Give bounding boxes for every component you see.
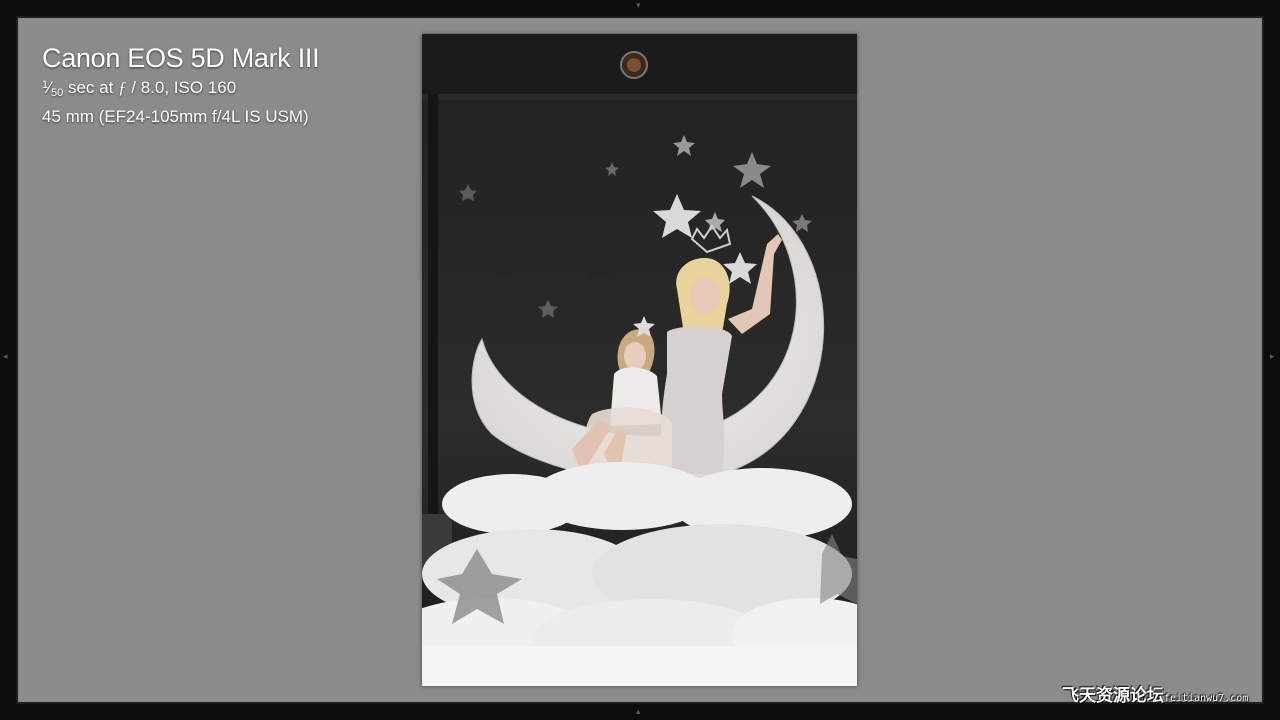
shutter-denominator: 50 bbox=[50, 87, 64, 99]
watermark: 飞天资源论坛feitianwu7.com bbox=[1062, 686, 1248, 709]
photo-image bbox=[422, 34, 857, 686]
top-panel-toggle-icon[interactable]: ▾ bbox=[636, 2, 641, 11]
left-panel-toggle-icon[interactable]: ◂ bbox=[3, 353, 8, 362]
bottom-panel-toggle-icon[interactable]: ▴ bbox=[636, 708, 641, 717]
watermark-text: 飞天资源论坛 bbox=[1062, 686, 1164, 706]
photo-preview[interactable] bbox=[422, 34, 857, 686]
shutter-speed: 1⁄50 bbox=[42, 78, 64, 99]
camera-model: Canon EOS 5D Mark III bbox=[42, 43, 320, 73]
lens-info: 45 mm (EF24-105mm f/4L IS USM) bbox=[42, 107, 309, 126]
info-overlay: Canon EOS 5D Mark III 1⁄50 sec at ƒ / 8.… bbox=[42, 42, 320, 128]
lightroom-window: ▾ ▴ ◂ ▸ Canon EOS 5D Mark III 1⁄50 sec a… bbox=[0, 0, 1280, 720]
exposure-text: sec at bbox=[63, 78, 119, 97]
aperture-iso: / 8.0, ISO 160 bbox=[126, 78, 237, 97]
exposure-info: 1⁄50 sec at ƒ / 8.0, ISO 160 bbox=[42, 74, 319, 105]
right-panel-toggle-icon[interactable]: ▸ bbox=[1270, 353, 1275, 362]
watermark-domain: feitianwu7.com bbox=[1164, 693, 1249, 704]
f-symbol: ƒ bbox=[118, 78, 127, 97]
